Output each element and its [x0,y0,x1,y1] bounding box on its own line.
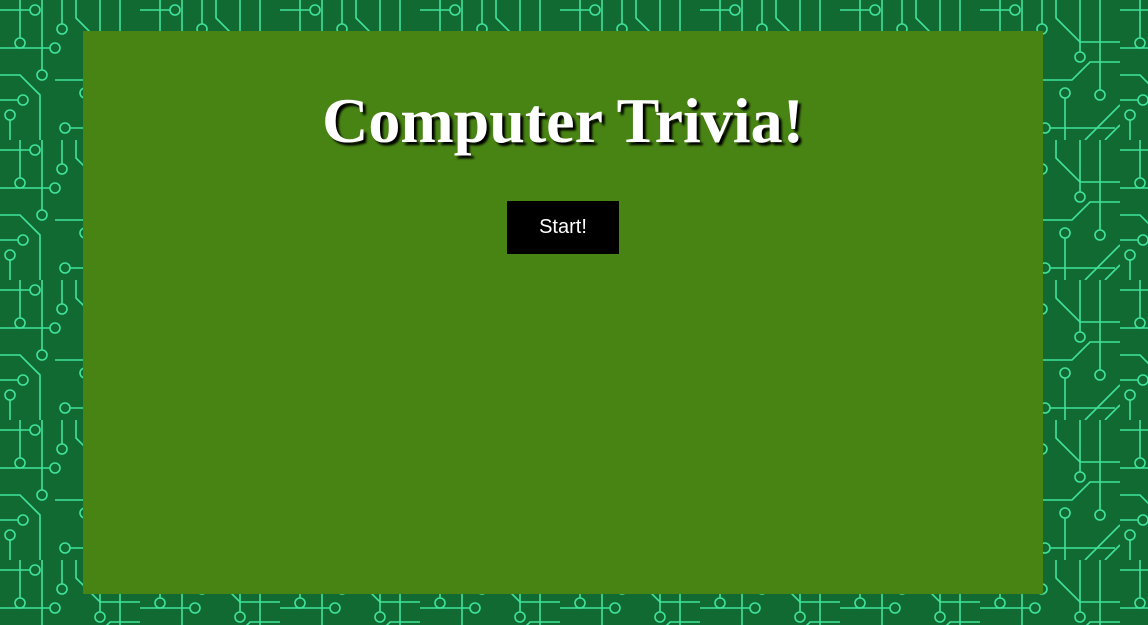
start-button[interactable]: Start! [507,201,619,254]
page-title: Computer Trivia! [322,85,804,156]
trivia-panel: Computer Trivia! Start! [83,31,1043,594]
